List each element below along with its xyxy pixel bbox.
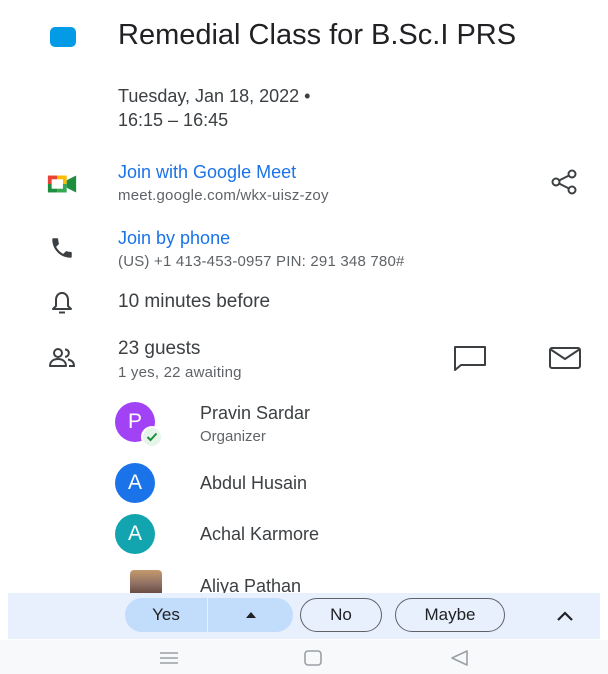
guest-name[interactable]: Achal Karmore — [200, 524, 319, 545]
email-guests-icon[interactable] — [547, 345, 583, 371]
reminder-text[interactable]: 10 minutes before — [118, 291, 270, 313]
rsvp-maybe-button[interactable]: Maybe — [395, 598, 505, 632]
avatar: A — [115, 463, 155, 503]
join-meet-link[interactable]: Join with Google Meet — [118, 162, 329, 183]
rsvp-bar: Yes No Maybe — [8, 593, 600, 639]
bell-icon — [46, 289, 78, 317]
phone-details: (US) +1 413-453-0957 PIN: 291 348 780# — [118, 253, 405, 270]
rsvp-yes-button[interactable]: Yes — [125, 598, 207, 632]
guest-response-summary: 1 yes, 22 awaiting — [118, 364, 242, 381]
home-icon[interactable] — [302, 649, 324, 667]
phone-icon — [46, 234, 78, 262]
people-icon — [46, 344, 78, 372]
share-icon[interactable] — [548, 168, 580, 196]
avatar: A — [115, 514, 155, 554]
accepted-badge-icon — [141, 426, 163, 448]
event-color-indicator — [50, 27, 76, 47]
guest-count: 23 guests — [118, 338, 201, 359]
guest-name: Pravin Sardar — [200, 403, 311, 423]
message-guests-icon[interactable] — [452, 343, 488, 373]
event-title: Remedial Class for B.Sc.I PRS — [118, 19, 517, 51]
guest-item[interactable]: Pravin Sardar Organizer — [200, 403, 310, 445]
event-datetime: Tuesday, Jan 18, 2022 • 16:15 – 16:45 — [118, 84, 310, 132]
meet-link-block[interactable]: Join with Google Meet meet.google.com/wk… — [118, 162, 329, 204]
guests-summary-block[interactable]: 23 guests 1 yes, 22 awaiting — [118, 338, 242, 381]
event-time: 16:15 – 16:45 — [118, 110, 229, 130]
google-meet-icon — [46, 170, 78, 198]
phone-block[interactable]: Join by phone (US) +1 413-453-0957 PIN: … — [118, 228, 405, 270]
meet-url: meet.google.com/wkx-uisz-zoy — [118, 187, 329, 204]
caret-up-icon — [245, 612, 256, 618]
back-icon[interactable] — [447, 649, 471, 667]
rsvp-yes-options-button[interactable] — [207, 598, 293, 632]
system-navigation-bar — [0, 640, 608, 674]
rsvp-no-button[interactable]: No — [300, 598, 382, 632]
chevron-up-icon[interactable] — [550, 606, 580, 626]
event-date: Tuesday, Jan 18, 2022 • — [118, 86, 311, 106]
recent-apps-icon[interactable] — [156, 650, 182, 666]
guest-name[interactable]: Abdul Husain — [200, 473, 307, 494]
guest-role: Organizer — [200, 428, 266, 445]
avatar: P — [115, 402, 163, 448]
join-phone-link[interactable]: Join by phone — [118, 228, 405, 249]
